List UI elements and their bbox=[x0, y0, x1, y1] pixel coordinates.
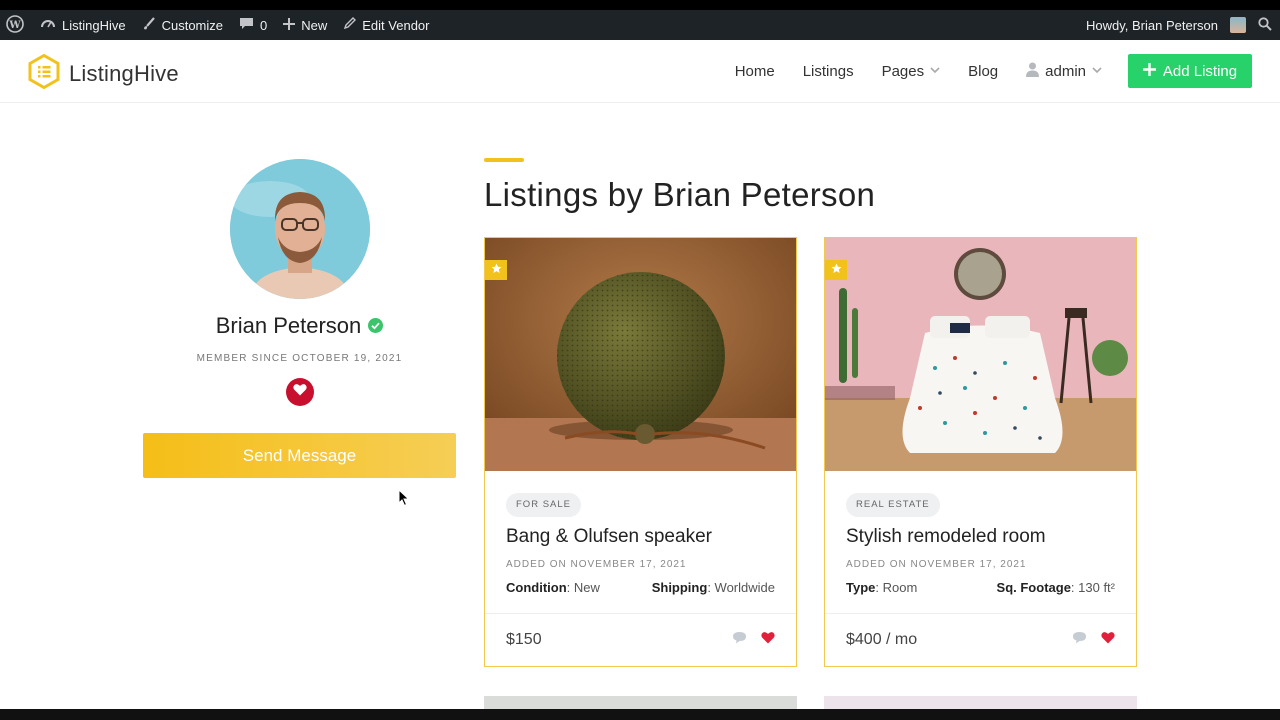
attribute-label: Condition bbox=[506, 580, 567, 595]
admin-bar-site-link[interactable]: ListingHive bbox=[32, 10, 134, 40]
attribute-label: Shipping bbox=[651, 580, 708, 595]
listing-attribute: Shipping: Worldwide bbox=[652, 580, 775, 595]
admin-bar-account[interactable]: Howdy, Brian Peterson bbox=[1078, 10, 1250, 40]
admin-bar-edit-vendor-label: Edit Vendor bbox=[362, 17, 430, 33]
vendor-name: Brian Peterson bbox=[215, 313, 362, 338]
listings-section: Listings by Brian Peterson bbox=[484, 158, 875, 214]
listing-attribute: Sq. Footage: 130 ft² bbox=[997, 580, 1115, 595]
admin-bar-customize-label: Customize bbox=[161, 17, 224, 33]
listing-card[interactable]: REAL ESTATE Stylish remodeled room ADDED… bbox=[824, 237, 1137, 667]
star-icon bbox=[491, 261, 502, 279]
listing-footer: $150 bbox=[485, 613, 796, 666]
section-title: Listings by Brian Peterson bbox=[484, 176, 876, 213]
site-header: ListingHive Home Listings Pages Blog adm… bbox=[0, 40, 1280, 103]
main-nav: Home Listings Pages Blog admin bbox=[735, 40, 1102, 103]
nav-blog[interactable]: Blog bbox=[968, 63, 998, 80]
listing-title[interactable]: Stylish remodeled room bbox=[846, 526, 1115, 548]
listing-added-date: ADDED ON NOVEMBER 17, 2021 bbox=[506, 559, 687, 570]
attribute-value: : 130 ft² bbox=[1070, 580, 1115, 595]
plus-icon bbox=[1142, 62, 1156, 80]
listing-image[interactable] bbox=[485, 238, 796, 471]
featured-badge bbox=[825, 260, 847, 280]
listing-category-tag[interactable]: REAL ESTATE bbox=[846, 493, 940, 517]
logo-icon bbox=[28, 53, 60, 94]
listing-price: $400 / mo bbox=[846, 631, 918, 648]
nav-home[interactable]: Home bbox=[735, 63, 775, 80]
nav-account[interactable]: admin bbox=[1026, 62, 1102, 81]
chevron-down-icon bbox=[1092, 66, 1102, 77]
favorite-vendor-button[interactable] bbox=[285, 378, 314, 406]
admin-bar-comments[interactable]: 0 bbox=[231, 10, 275, 40]
window-top-strip bbox=[0, 0, 1280, 10]
nav-pages-label: Pages bbox=[881, 63, 925, 80]
listing-card[interactable]: FOR SALE Bang & Olufsen speaker ADDED ON… bbox=[484, 237, 797, 667]
listing-added-date: ADDED ON NOVEMBER 17, 2021 bbox=[846, 559, 1027, 570]
plus-icon bbox=[283, 17, 296, 33]
vendor-profile: Brian Peterson MEMBER SINCE OCTOBER 19, … bbox=[143, 159, 456, 478]
listing-footer: $400 / mo bbox=[825, 613, 1136, 666]
listing-image[interactable] bbox=[825, 238, 1136, 471]
admin-bar-howdy: Howdy, Brian Peterson bbox=[1086, 17, 1218, 33]
search-icon bbox=[1258, 16, 1272, 34]
listing-attribute: Type: Room bbox=[846, 580, 917, 595]
verified-icon bbox=[368, 313, 384, 339]
wp-admin-bar: W ListingHive Customize 0 New Edit Vendo… bbox=[0, 10, 1280, 40]
vendor-avatar bbox=[229, 159, 370, 299]
brush-icon bbox=[142, 16, 156, 34]
wordpress-menu[interactable]: W bbox=[0, 10, 32, 40]
featured-badge bbox=[485, 260, 507, 280]
admin-bar-search[interactable] bbox=[1250, 10, 1280, 40]
attribute-label: Type bbox=[846, 580, 876, 595]
admin-bar-new-label: New bbox=[301, 17, 328, 33]
listing-title[interactable]: Bang & Olufsen speaker bbox=[506, 526, 775, 548]
user-icon bbox=[1026, 62, 1040, 81]
admin-bar-site-name: ListingHive bbox=[62, 17, 126, 33]
chevron-down-icon bbox=[930, 66, 940, 77]
site-logo[interactable]: ListingHive bbox=[28, 53, 179, 94]
listing-attributes: Condition: New Shipping: Worldwide bbox=[506, 580, 775, 595]
heart-icon[interactable] bbox=[1101, 631, 1115, 649]
comment-icon bbox=[239, 17, 254, 34]
wordpress-icon: W bbox=[6, 14, 24, 36]
heart-icon[interactable] bbox=[761, 631, 775, 649]
comment-icon[interactable] bbox=[1072, 631, 1087, 649]
logo-text: ListingHive bbox=[69, 61, 179, 86]
star-icon bbox=[831, 261, 842, 279]
admin-bar-avatar bbox=[1230, 17, 1246, 33]
attribute-label: Sq. Footage bbox=[996, 580, 1071, 595]
nav-listings[interactable]: Listings bbox=[803, 63, 854, 80]
admin-bar-edit-vendor[interactable]: Edit Vendor bbox=[335, 10, 437, 40]
listing-price: $150 bbox=[506, 631, 542, 648]
admin-bar-new[interactable]: New bbox=[275, 10, 335, 40]
cursor-icon bbox=[398, 488, 410, 512]
listing-attributes: Type: Room Sq. Footage: 130 ft² bbox=[846, 580, 1115, 595]
dashboard-icon bbox=[40, 16, 56, 35]
send-message-button[interactable]: Send Message bbox=[143, 433, 456, 478]
pencil-icon bbox=[343, 17, 357, 33]
admin-bar-comments-count: 0 bbox=[260, 17, 268, 33]
svg-text:W: W bbox=[8, 20, 21, 31]
attribute-value: : Room bbox=[875, 580, 918, 595]
comment-icon[interactable] bbox=[732, 631, 747, 649]
nav-pages[interactable]: Pages bbox=[882, 63, 941, 80]
attribute-value: : Worldwide bbox=[707, 580, 775, 595]
vendor-name-row: Brian Peterson bbox=[143, 313, 456, 339]
window-bottom-strip bbox=[0, 709, 1280, 720]
heart-icon bbox=[292, 383, 307, 401]
member-since: MEMBER SINCE OCTOBER 19, 2021 bbox=[196, 353, 403, 364]
title-accent bbox=[484, 158, 524, 162]
attribute-value: : New bbox=[566, 580, 600, 595]
add-listing-button[interactable]: Add Listing bbox=[1128, 54, 1252, 88]
nav-account-label: admin bbox=[1045, 63, 1086, 80]
add-listing-label: Add Listing bbox=[1162, 62, 1238, 80]
admin-bar-customize[interactable]: Customize bbox=[134, 10, 231, 40]
listing-attribute: Condition: New bbox=[506, 580, 600, 595]
listing-category-tag[interactable]: FOR SALE bbox=[506, 493, 581, 517]
